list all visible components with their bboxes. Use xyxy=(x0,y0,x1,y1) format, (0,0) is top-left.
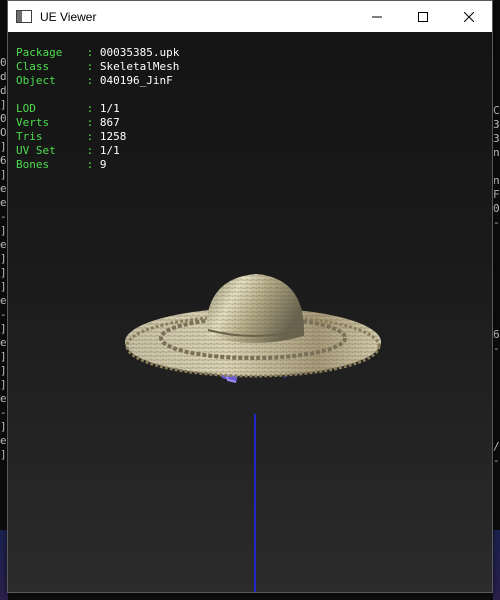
lod-label: LOD xyxy=(16,102,36,115)
separator: : xyxy=(80,158,100,171)
separator: : xyxy=(80,60,100,73)
package-label: Package xyxy=(16,46,63,59)
class-label: Class xyxy=(16,60,50,73)
separator: : xyxy=(80,46,100,59)
separator: : xyxy=(80,130,100,143)
object-value: 040196_JinF xyxy=(99,74,173,87)
separator: : xyxy=(80,144,100,157)
background-desktop-strip-right xyxy=(493,530,500,600)
tris-label: Tris xyxy=(16,130,43,143)
lod-value: 1/1 xyxy=(99,102,120,115)
separator: : xyxy=(80,116,100,129)
vertical-axis-line xyxy=(254,414,256,592)
class-value: SkeletalMesh xyxy=(99,60,180,73)
package-value: 00035385.upk xyxy=(99,46,180,59)
ue-viewer-window: UE Viewer Package : 00035385.upk Class :… xyxy=(7,0,493,593)
window-controls xyxy=(354,1,492,32)
mesh-info-overlay: Package : 00035385.upk Class : SkeletalM… xyxy=(16,46,179,172)
info-row-tris: Tris : 1258 xyxy=(16,130,179,144)
object-label: Object xyxy=(16,74,56,87)
verts-label: Verts xyxy=(16,116,50,129)
uvset-value: 1/1 xyxy=(99,144,120,157)
separator: : xyxy=(80,74,100,87)
info-row-package: Package : 00035385.upk xyxy=(16,46,179,60)
verts-value: 867 xyxy=(99,116,120,129)
tris-value: 1258 xyxy=(99,130,127,143)
bones-label: Bones xyxy=(16,158,50,171)
separator: : xyxy=(80,102,100,115)
bones-value: 9 xyxy=(99,158,107,171)
window-title: UE Viewer xyxy=(40,9,97,24)
3d-viewport[interactable]: Package : 00035385.upk Class : SkeletalM… xyxy=(8,32,492,592)
title-bar[interactable]: UE Viewer xyxy=(8,1,492,32)
uvset-label: UV Set xyxy=(16,144,56,157)
background-console-right-text: C 3 3 n n F 0 - 6 - / - xyxy=(493,104,500,467)
info-row-bones: Bones : 9 xyxy=(16,158,179,172)
maximize-icon xyxy=(418,11,428,22)
info-row-uvset: UV Set : 1/1 xyxy=(16,144,179,158)
minimize-button[interactable] xyxy=(354,1,400,32)
minimize-icon xyxy=(372,16,382,17)
close-button[interactable] xyxy=(446,1,492,32)
maximize-button[interactable] xyxy=(400,1,446,32)
close-icon xyxy=(464,11,474,22)
info-row-object: Object : 040196_JinF xyxy=(16,74,179,88)
info-row-verts: Verts : 867 xyxy=(16,116,179,130)
info-row-class: Class : SkeletalMesh xyxy=(16,60,179,74)
straw-hat-mesh-render xyxy=(125,274,381,383)
window-app-icon[interactable] xyxy=(16,10,32,23)
info-row-lod: LOD : 1/1 xyxy=(16,102,179,116)
